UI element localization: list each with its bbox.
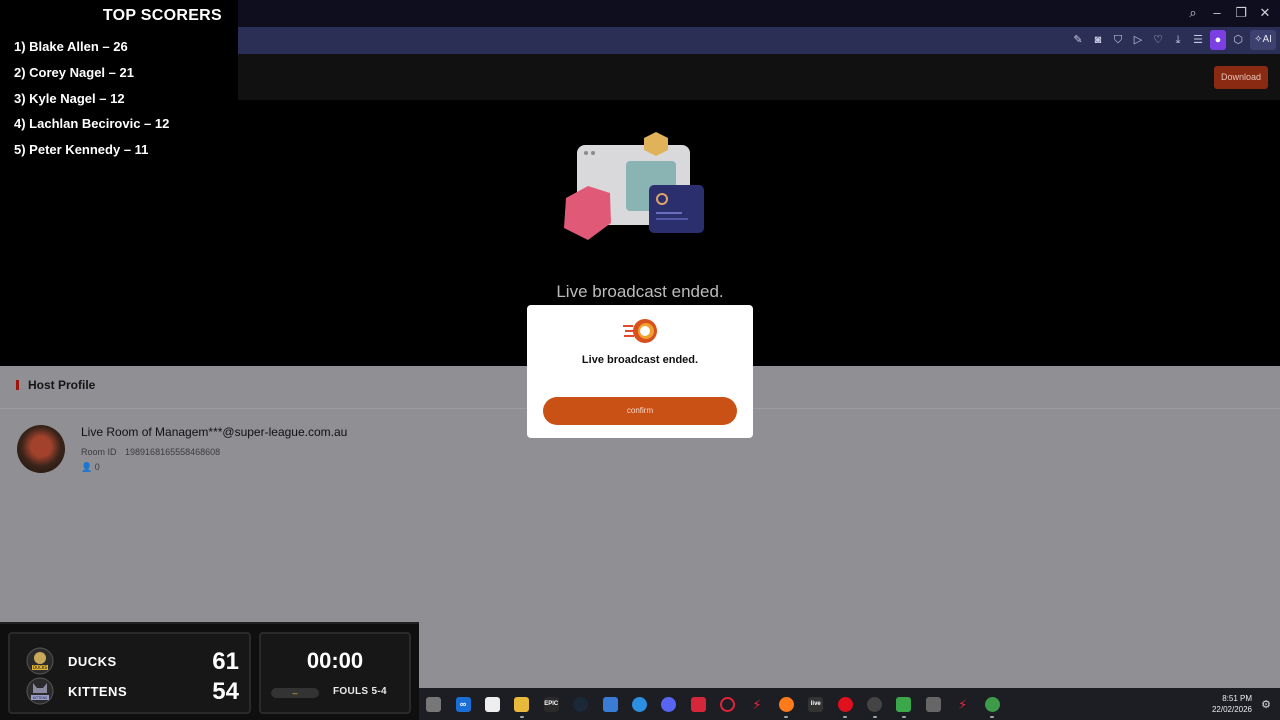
shield-icon[interactable]: ⛉ bbox=[1110, 30, 1126, 50]
meta-icon[interactable]: ∞ bbox=[448, 688, 477, 720]
host-avatar[interactable] bbox=[17, 425, 65, 473]
room-id: Room ID 1989168165558468608 bbox=[81, 447, 220, 457]
heart-icon[interactable]: ♡ bbox=[1150, 30, 1166, 50]
scorer-item: 3) Kyle Nagel – 12 bbox=[14, 90, 125, 106]
close-icon[interactable]: ✕ bbox=[1258, 4, 1272, 22]
snip-app-icon[interactable] bbox=[919, 688, 948, 720]
taskbar: ∞ EPIC ⚡ live ⚡ 8:51 PM 22/02/2026 ⚙ bbox=[419, 688, 1280, 720]
room-id-value: 1989168165558468608 bbox=[125, 447, 221, 457]
discord-icon[interactable] bbox=[654, 688, 683, 720]
possession-indicator: – bbox=[271, 688, 319, 698]
extension-icon[interactable]: ⬡ bbox=[1230, 30, 1246, 50]
search-icon[interactable]: ⌕ bbox=[1186, 4, 1200, 22]
broadcast-ended-illustration bbox=[564, 132, 704, 240]
scoreboard-overlay: DUCKS DUCKS 61 KITTENS KITTENS 54 00:00 … bbox=[0, 622, 419, 720]
scoreboard-teams: DUCKS DUCKS 61 KITTENS KITTENS 54 bbox=[8, 632, 251, 714]
scorer-item: 4) Lachlan Becirovic – 12 bbox=[14, 116, 170, 132]
flash-app-icon[interactable]: ⚡ bbox=[742, 688, 771, 720]
screen: ⌕ – ❐ ✕ ✎ ◙ ⛉ ▷ ♡ ⤓ ☰ ● ⬡ ✧AI Download L… bbox=[0, 0, 1280, 720]
user-icon[interactable]: ● bbox=[1210, 30, 1226, 50]
task-view-icon[interactable] bbox=[419, 688, 448, 720]
obs-icon[interactable] bbox=[860, 688, 889, 720]
toolbar-icons: ✎ ◙ ⛉ ▷ ♡ ⤓ ☰ ● ⬡ ✧AI bbox=[1070, 30, 1276, 50]
download-button[interactable]: Download bbox=[1214, 66, 1268, 89]
edit-icon[interactable]: ✎ bbox=[1070, 30, 1086, 50]
top-scorers-list: 1) Blake Allen – 26 2) Corey Nagel – 21 … bbox=[14, 38, 169, 167]
person-icon: 👤 bbox=[81, 462, 93, 472]
game-clock: 00:00 bbox=[306, 648, 364, 673]
team-name: DUCKS bbox=[68, 654, 117, 669]
chrome-icon[interactable] bbox=[977, 688, 1006, 720]
live-app-icon[interactable]: live bbox=[801, 688, 830, 720]
firefox-icon[interactable] bbox=[772, 688, 801, 720]
system-clock[interactable]: 8:51 PM 22/02/2026 bbox=[1212, 693, 1252, 715]
notepad-icon[interactable] bbox=[478, 688, 507, 720]
menu-icon[interactable]: ☰ bbox=[1190, 30, 1206, 50]
viewer-count-value: 0 bbox=[94, 462, 100, 472]
top-scorers-title: TOP SCORERS bbox=[102, 7, 222, 24]
restore-icon[interactable]: ❐ bbox=[1234, 4, 1248, 22]
kittens-logo: KITTENS bbox=[26, 677, 54, 705]
room-id-label: Room ID bbox=[81, 447, 117, 457]
scorer-item: 2) Corey Nagel – 21 bbox=[14, 64, 134, 80]
download-icon[interactable]: ⤓ bbox=[1170, 30, 1186, 50]
camera-icon[interactable]: ◙ bbox=[1090, 30, 1106, 50]
screen-app-icon[interactable] bbox=[889, 688, 918, 720]
settings-gear-icon[interactable]: ⚙ bbox=[1261, 698, 1271, 711]
window-controls: ⌕ – ❐ ✕ bbox=[1186, 4, 1272, 22]
store-icon[interactable] bbox=[595, 688, 624, 720]
play-icon[interactable]: ▷ bbox=[1130, 30, 1146, 50]
team-name: KITTENS bbox=[68, 684, 128, 699]
ai-assistant-button[interactable]: ✧AI bbox=[1250, 30, 1276, 50]
flash-app-2-icon[interactable]: ⚡ bbox=[948, 688, 977, 720]
scorer-item: 5) Peter Kennedy – 11 bbox=[14, 142, 149, 158]
broadcast-ended-dialog: Live broadcast ended. confirm bbox=[527, 305, 753, 438]
svg-text:DUCKS: DUCKS bbox=[33, 665, 47, 670]
app-installer-icon[interactable] bbox=[625, 688, 654, 720]
taskbar-apps: ∞ EPIC ⚡ live ⚡ bbox=[419, 688, 1007, 720]
host-profile-title: Host Profile bbox=[16, 378, 95, 392]
fouls-count: FOULS 5-4 bbox=[333, 686, 387, 697]
team-score: 61 bbox=[212, 648, 239, 675]
dialog-message: Live broadcast ended. bbox=[581, 354, 699, 366]
ducks-logo: DUCKS bbox=[26, 647, 54, 675]
clock-time: 8:51 PM bbox=[1222, 694, 1252, 703]
scorer-item: 1) Blake Allen – 26 bbox=[14, 39, 128, 54]
clock-date: 22/02/2026 bbox=[1211, 705, 1252, 714]
scoreboard-clock: 00:00 – FOULS 5-4 bbox=[259, 632, 411, 714]
team-row: DUCKS DUCKS 61 bbox=[10, 646, 249, 676]
top-scorers-overlay: TOP SCORERS 1) Blake Allen – 26 2) Corey… bbox=[0, 0, 238, 366]
team-row: KITTENS KITTENS 54 bbox=[10, 676, 249, 706]
opera-icon[interactable] bbox=[830, 688, 859, 720]
room-name: Live Room of Managem***@super-league.com… bbox=[81, 425, 348, 439]
file-explorer-icon[interactable] bbox=[507, 688, 536, 720]
steam-icon[interactable] bbox=[566, 688, 595, 720]
app-logo-icon bbox=[623, 319, 657, 343]
confirm-button[interactable]: confirm bbox=[543, 397, 737, 425]
epic-games-icon[interactable]: EPIC bbox=[537, 688, 566, 720]
team-score: 54 bbox=[212, 678, 239, 705]
minimize-icon[interactable]: – bbox=[1210, 4, 1224, 22]
svg-text:KITTENS: KITTENS bbox=[33, 696, 48, 700]
viewer-count: 👤 0 bbox=[81, 462, 100, 473]
opera-gx-icon[interactable] bbox=[713, 688, 742, 720]
red-app-icon[interactable] bbox=[684, 688, 713, 720]
